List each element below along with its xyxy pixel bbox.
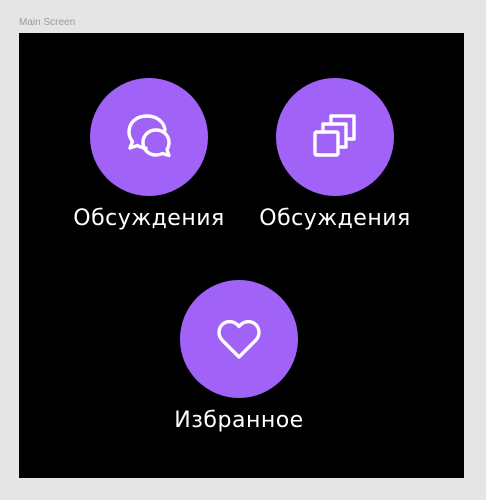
discussions-tile-2[interactable]: Обсуждения [255, 78, 415, 231]
favorites-tile[interactable]: Избранное [159, 280, 319, 433]
discussions-button[interactable] [90, 78, 208, 196]
chat-bubbles-icon [127, 114, 171, 158]
discussions-tile[interactable]: Обсуждения [69, 78, 229, 231]
discussions-label: Обсуждения [73, 206, 225, 231]
main-screen: Обсуждения Обсуждения Избранное [19, 33, 464, 478]
heart-icon [217, 319, 261, 359]
favorites-button[interactable] [180, 280, 298, 398]
frame-label: Main Screen [19, 17, 76, 28]
stacked-squares-icon [313, 114, 356, 157]
favorites-label: Избранное [174, 408, 304, 433]
discussions-button-2[interactable] [276, 78, 394, 196]
discussions-label-2: Обсуждения [259, 206, 411, 231]
